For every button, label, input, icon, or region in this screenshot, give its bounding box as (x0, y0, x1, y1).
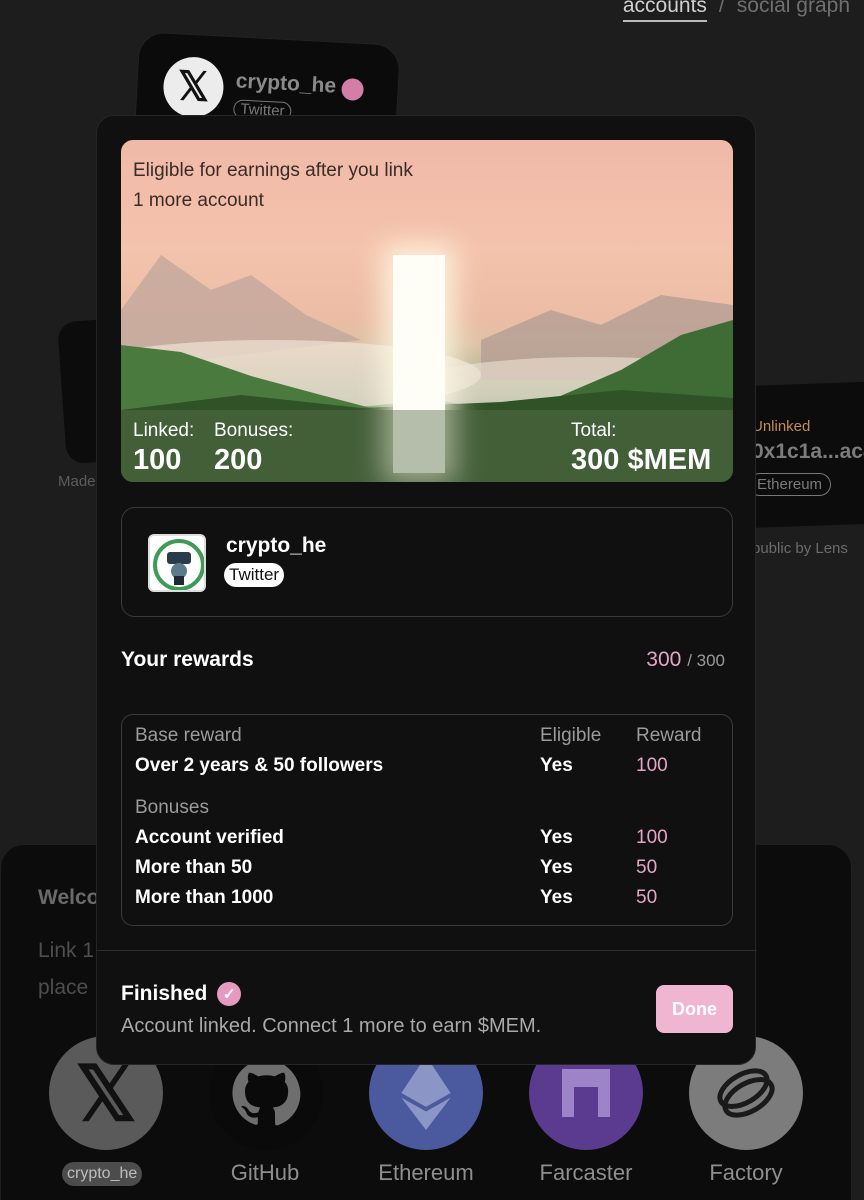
account-platform-badge: Twitter (224, 563, 285, 587)
bonus-row-reward: 100 (636, 827, 668, 848)
total-value: 300 $MEM (571, 444, 712, 476)
bonuses-label: Bonuses: (214, 420, 294, 441)
verified-check-icon: ✓ (217, 982, 242, 1006)
github-icon (232, 1059, 301, 1126)
bg-platform-pill: Ethereum (748, 473, 832, 496)
bg-welcome-title: Welco (38, 886, 100, 909)
bonus-row-label: More than 50 (135, 857, 253, 878)
linked-label: Linked: (133, 420, 195, 441)
done-button[interactable]: Done (656, 985, 733, 1033)
linked-account-card: crypto_he Twitter (121, 507, 733, 617)
tab-social-graph[interactable]: social graph (737, 0, 850, 22)
bonus-row-eligible: Yes (540, 887, 573, 908)
bonuses-value: 200 (214, 444, 263, 476)
ethereum-label: Ethereum (378, 1160, 474, 1185)
hero-banner: Eligible for earnings after you link 1 m… (121, 140, 733, 482)
linked-value: 100 (133, 444, 182, 476)
rewards-table: Base reward Eligible Reward Over 2 years… (121, 714, 733, 926)
base-row-label: Over 2 years & 50 followers (135, 755, 384, 776)
rewards-modal: Eligible for earnings after you link 1 m… (96, 115, 757, 1065)
avatar (148, 534, 206, 592)
top-nav: accounts / social graph (622, 0, 850, 22)
github-label: GitHub (230, 1160, 300, 1185)
header-eligible: Eligible (540, 725, 602, 746)
account-name: crypto_he (226, 534, 327, 557)
factory-label: Factory (709, 1160, 783, 1185)
farcaster-icon (562, 1069, 610, 1117)
base-row-reward: 100 (636, 755, 668, 776)
x-platform-label: crypto_he (62, 1162, 143, 1186)
bonus-row-label: Account verified (135, 827, 284, 848)
rewards-earned: 300 (646, 648, 682, 671)
bonus-row-reward: 50 (636, 857, 658, 878)
rewards-max: / 300 (687, 651, 725, 670)
bg-wallet-address: 0x1c1a...ac8 (752, 440, 864, 463)
bg-card-name: crypto_he (235, 69, 337, 98)
eligibility-text: Eligible for earnings after you link 1 m… (133, 160, 413, 211)
x-logo-icon: 𝕏 (161, 55, 225, 119)
finished-title: Finished (121, 982, 208, 1005)
nav-separator: / (718, 0, 725, 17)
base-row-eligible: Yes (540, 755, 573, 776)
bonus-row-label: More than 1000 (135, 887, 274, 908)
finished-description: Account linked. Connect 1 more to earn $… (121, 1015, 542, 1037)
ethereum-icon (401, 1056, 451, 1130)
rewards-title: Your rewards (121, 648, 254, 671)
factory-icon (717, 1068, 775, 1118)
footer-divider (97, 950, 757, 951)
rewards-count: 300 / 300 (646, 648, 725, 672)
bonuses-header: Bonuses (135, 797, 209, 818)
finished-heading: Finished ✓ (121, 982, 242, 1006)
header-base-reward: Base reward (135, 725, 242, 746)
bonus-row-eligible: Yes (540, 827, 573, 848)
bg-welcome-text: Link 1 place (38, 939, 95, 999)
tab-accounts[interactable]: accounts (622, 0, 707, 22)
bonus-row-reward: 50 (636, 887, 658, 908)
farcaster-label: Farcaster (539, 1160, 633, 1185)
bg-unlinked-status: Unlinked (752, 418, 811, 435)
header-reward: Reward (636, 725, 702, 746)
bonus-row-eligible: Yes (540, 857, 573, 878)
total-label: Total: (571, 420, 617, 441)
verified-badge-icon (341, 77, 365, 102)
bg-made-label: Made (58, 473, 96, 490)
bg-public-note: public by Lens (752, 540, 848, 557)
